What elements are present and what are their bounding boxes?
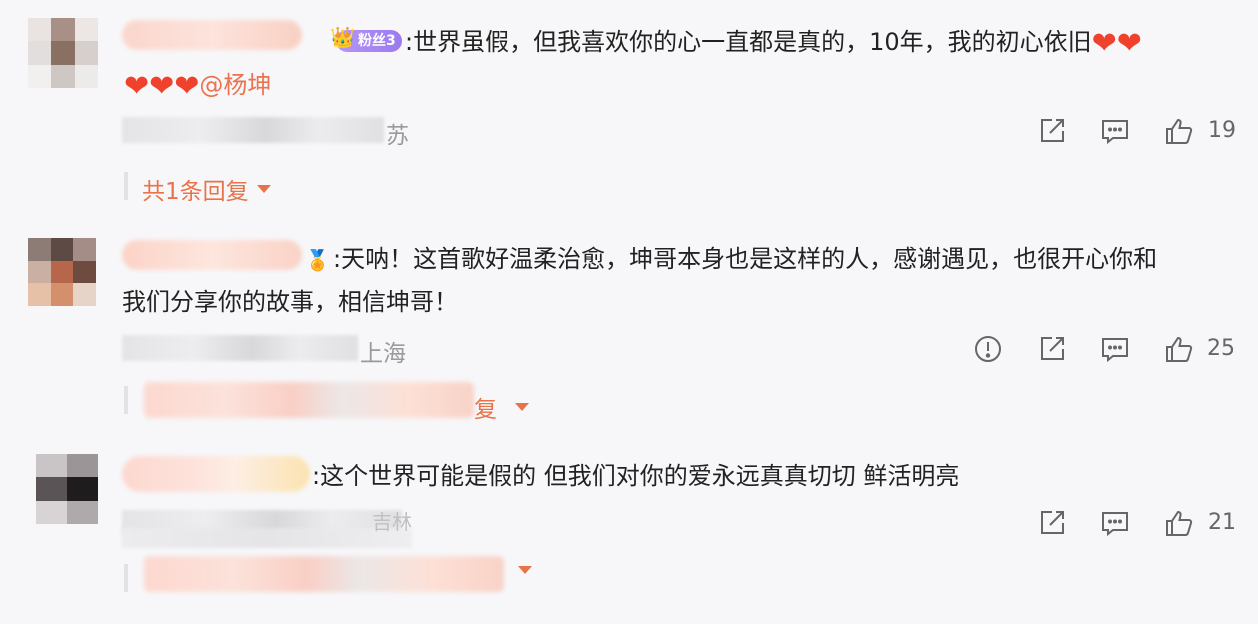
comment-icon[interactable]: [1100, 334, 1130, 364]
caret-down-icon: [515, 403, 529, 411]
like-icon[interactable]: [1164, 334, 1194, 364]
username-blurred[interactable]: [122, 240, 302, 270]
reply-divider: [124, 386, 128, 414]
caret-down-icon: [518, 566, 532, 574]
location-label: 上海: [360, 341, 406, 367]
heart-icon: ❤: [124, 69, 150, 104]
comment-text-line2: ❤❤❤@杨坤: [124, 60, 271, 110]
meta-blurred: [122, 528, 412, 548]
comment-text-line1: :世界虽假，但我喜欢你的心一直都是真的，10年，我的初心依旧❤❤: [405, 26, 1142, 61]
comment-icon[interactable]: [1100, 508, 1130, 538]
like-icon[interactable]: [1164, 508, 1194, 538]
location-label: 苏: [386, 123, 409, 149]
comment-icon[interactable]: [1100, 116, 1130, 146]
reply-summary-blurred[interactable]: [144, 556, 504, 592]
like-count: 21: [1208, 510, 1236, 535]
heart-icon: ❤: [149, 69, 175, 104]
timestamp-blurred: [122, 335, 358, 361]
username-blurred[interactable]: [122, 20, 302, 50]
caret-down-icon: [256, 185, 271, 193]
fan-badge-label: 粉丝3: [358, 33, 396, 49]
reply-divider: [124, 172, 128, 200]
avatar-pixelated[interactable]: [36, 454, 98, 524]
avatar-pixelated[interactable]: [28, 238, 96, 306]
heart-icon: ❤: [174, 69, 200, 104]
heart-icon: ❤: [1116, 26, 1142, 61]
fan-badge: 👑 粉丝3: [330, 26, 402, 52]
share-icon[interactable]: [1037, 334, 1067, 364]
like-count: 19: [1208, 118, 1236, 143]
avatar-pixelated[interactable]: [28, 18, 98, 88]
view-replies-button[interactable]: 共1条回复: [142, 172, 271, 206]
reply-divider: [124, 564, 128, 592]
share-icon[interactable]: [1037, 508, 1067, 538]
like-icon[interactable]: [1164, 116, 1194, 146]
crown-icon: 👑: [330, 25, 355, 49]
share-icon[interactable]: [1037, 116, 1067, 146]
report-icon[interactable]: [973, 334, 1003, 364]
comment-text-line2: 我们分享你的故事，相信坤哥！: [122, 288, 458, 316]
heart-icon: ❤: [1091, 26, 1117, 61]
reply-summary-blurred[interactable]: [144, 382, 474, 418]
view-replies-button[interactable]: 复: [474, 390, 529, 424]
mention-link[interactable]: @杨坤: [199, 71, 271, 99]
timestamp-blurred: [122, 117, 384, 143]
like-count: 25: [1207, 336, 1235, 361]
location-label: 吉林: [372, 510, 412, 534]
username-blurred[interactable]: [122, 456, 310, 492]
medal-icon: 🏅: [305, 248, 330, 272]
comment-text-line1: :这个世界可能是假的 但我们对你的爱永远真真切切 鲜活明亮: [312, 462, 960, 490]
view-replies-button[interactable]: [510, 566, 532, 574]
